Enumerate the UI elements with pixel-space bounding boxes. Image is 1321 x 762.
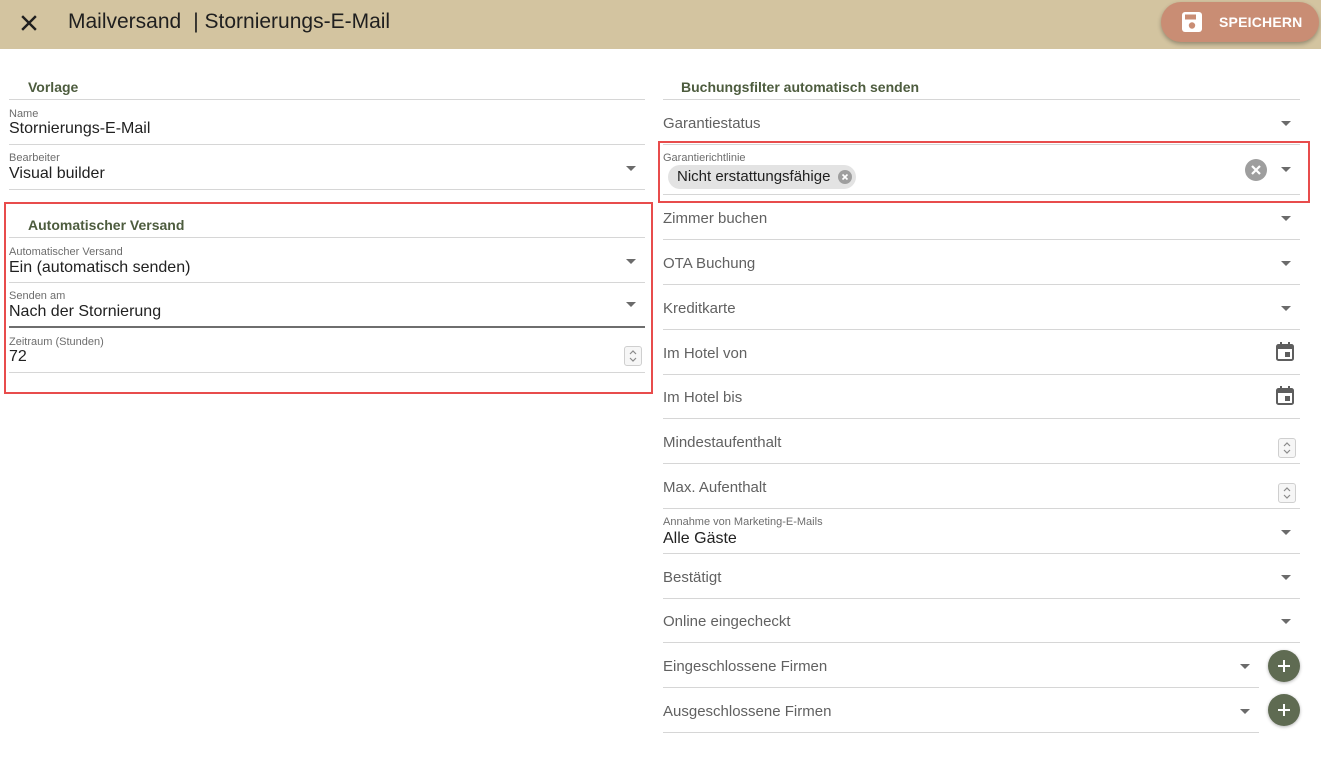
caret-down-icon <box>1281 261 1291 266</box>
page-title: Mailversand | Stornierungs-E-Mail <box>68 10 390 34</box>
kreditkarte-select[interactable]: Kreditkarte <box>663 285 1300 330</box>
calendar-icon[interactable] <box>1275 385 1295 411</box>
eingeschlossene-firmen-select[interactable]: Eingeschlossene Firmen <box>663 643 1259 688</box>
mindestaufenthalt-input[interactable]: Mindestaufenthalt <box>663 419 1300 464</box>
period-hours-label: Zeitraum (Stunden) <box>9 336 104 348</box>
hotel-bis-label: Im Hotel bis <box>663 389 743 406</box>
kreditkarte-label: Kreditkarte <box>663 300 736 317</box>
number-stepper-icon[interactable] <box>624 346 642 366</box>
hotel-von-label: Im Hotel von <box>663 345 748 362</box>
hotel-bis-date[interactable]: Im Hotel bis <box>663 375 1300 419</box>
page-title-main: Mailversand <box>68 10 182 33</box>
editor-select-label: Bearbeiter <box>9 152 60 164</box>
top-app-bar: Mailversand | Stornierungs-E-Mail SPEICHE… <box>0 0 1321 49</box>
save-button-label: SPEICHERN <box>1219 14 1303 30</box>
filters-heading: Buchungsfilter automatisch senden <box>681 79 920 95</box>
number-stepper-icon[interactable] <box>1278 438 1296 458</box>
auto-mode-value: Ein (automatisch senden) <box>9 259 191 276</box>
clear-x-icon[interactable] <box>1245 159 1267 181</box>
online-label: Online eingecheckt <box>663 613 791 630</box>
max-aufenthalt-label: Max. Aufenthalt <box>663 479 767 496</box>
caret-down-icon <box>1240 709 1250 714</box>
period-hours-input[interactable]: Zeitraum (Stunden) 72 <box>9 329 645 373</box>
caret-down-icon <box>1281 121 1291 126</box>
name-field-label: Name <box>9 108 39 120</box>
add-included-company-button[interactable] <box>1268 650 1300 682</box>
page-title-sub: | Stornierungs-E-Mail <box>193 10 391 33</box>
caret-down-icon <box>1281 530 1291 535</box>
add-excluded-company-button[interactable] <box>1268 694 1300 726</box>
garantierichtlinie-select[interactable]: Garantierichtlinie Nicht erstattungsfähi… <box>663 146 1300 195</box>
bestaetigt-select[interactable]: Bestätigt <box>663 554 1300 599</box>
eingeschlossene-firmen-label: Eingeschlossene Firmen <box>663 658 828 675</box>
number-stepper-icon[interactable] <box>1278 483 1296 503</box>
chip-remove-icon[interactable] <box>838 170 853 184</box>
vorlage-heading: Vorlage <box>28 79 79 95</box>
caret-down-icon <box>1281 619 1291 624</box>
caret-down-icon <box>1281 216 1291 221</box>
close-button[interactable] <box>14 8 44 38</box>
auto-divider <box>9 237 645 238</box>
close-icon <box>14 8 44 38</box>
garantierichtlinie-chip: Nicht erstattungsfähige <box>668 165 857 189</box>
send-on-label: Senden am <box>9 290 66 302</box>
caret-down-icon <box>626 259 636 264</box>
caret-down-icon <box>626 166 636 171</box>
caret-down-icon <box>626 302 636 307</box>
period-hours-value: 72 <box>9 348 27 365</box>
garantiestatus-select[interactable]: Garantiestatus <box>663 101 1300 145</box>
plus-icon <box>1268 650 1300 682</box>
auto-mode-select[interactable]: Automatischer Versand Ein (automatisch s… <box>9 239 645 283</box>
garantiestatus-label: Garantiestatus <box>663 115 761 132</box>
bestaetigt-label: Bestätigt <box>663 569 722 586</box>
chip-label: Nicht erstattungsfähige <box>677 168 831 185</box>
send-on-select[interactable]: Senden am Nach der Stornierung <box>9 283 645 328</box>
marketing-select[interactable]: Annahme von Marketing-E-Mails Alle Gäste <box>663 509 1300 554</box>
online-select[interactable]: Online eingecheckt <box>663 599 1300 643</box>
zimmer-label: Zimmer buchen <box>663 210 768 227</box>
garantierichtlinie-label: Garantierichtlinie <box>663 152 746 164</box>
plus-icon <box>1268 694 1300 726</box>
floppy-disk-icon <box>1181 11 1203 38</box>
caret-down-icon <box>1281 575 1291 580</box>
marketing-label: Annahme von Marketing-E-Mails <box>663 516 823 528</box>
auto-mode-label: Automatischer Versand <box>9 246 123 258</box>
name-field[interactable]: Name Stornierungs-E-Mail <box>9 101 645 145</box>
calendar-icon[interactable] <box>1275 341 1295 367</box>
hotel-von-date[interactable]: Im Hotel von <box>663 330 1300 375</box>
editor-select[interactable]: Bearbeiter Visual builder <box>9 145 645 190</box>
ota-select[interactable]: OTA Buchung <box>663 240 1300 285</box>
editor-select-value: Visual builder <box>9 165 105 182</box>
auto-heading: Automatischer Versand <box>28 217 185 233</box>
name-field-value: Stornierungs-E-Mail <box>9 120 151 137</box>
caret-down-icon <box>1281 306 1291 311</box>
ausgeschlossene-firmen-label: Ausgeschlossene Firmen <box>663 703 832 720</box>
ota-label: OTA Buchung <box>663 255 756 272</box>
zimmer-select[interactable]: Zimmer buchen <box>663 196 1300 240</box>
vorlage-divider <box>9 99 645 100</box>
max-aufenthalt-input[interactable]: Max. Aufenthalt <box>663 464 1300 509</box>
caret-down-icon <box>1240 664 1250 669</box>
caret-down-icon <box>1281 167 1291 172</box>
ausgeschlossene-firmen-select[interactable]: Ausgeschlossene Firmen <box>663 688 1259 733</box>
save-button[interactable]: SPEICHERN <box>1161 2 1319 42</box>
send-on-value: Nach der Stornierung <box>9 303 162 320</box>
marketing-value: Alle Gäste <box>663 530 737 547</box>
mindestaufenthalt-label: Mindestaufenthalt <box>663 434 782 451</box>
filters-divider <box>663 99 1300 100</box>
